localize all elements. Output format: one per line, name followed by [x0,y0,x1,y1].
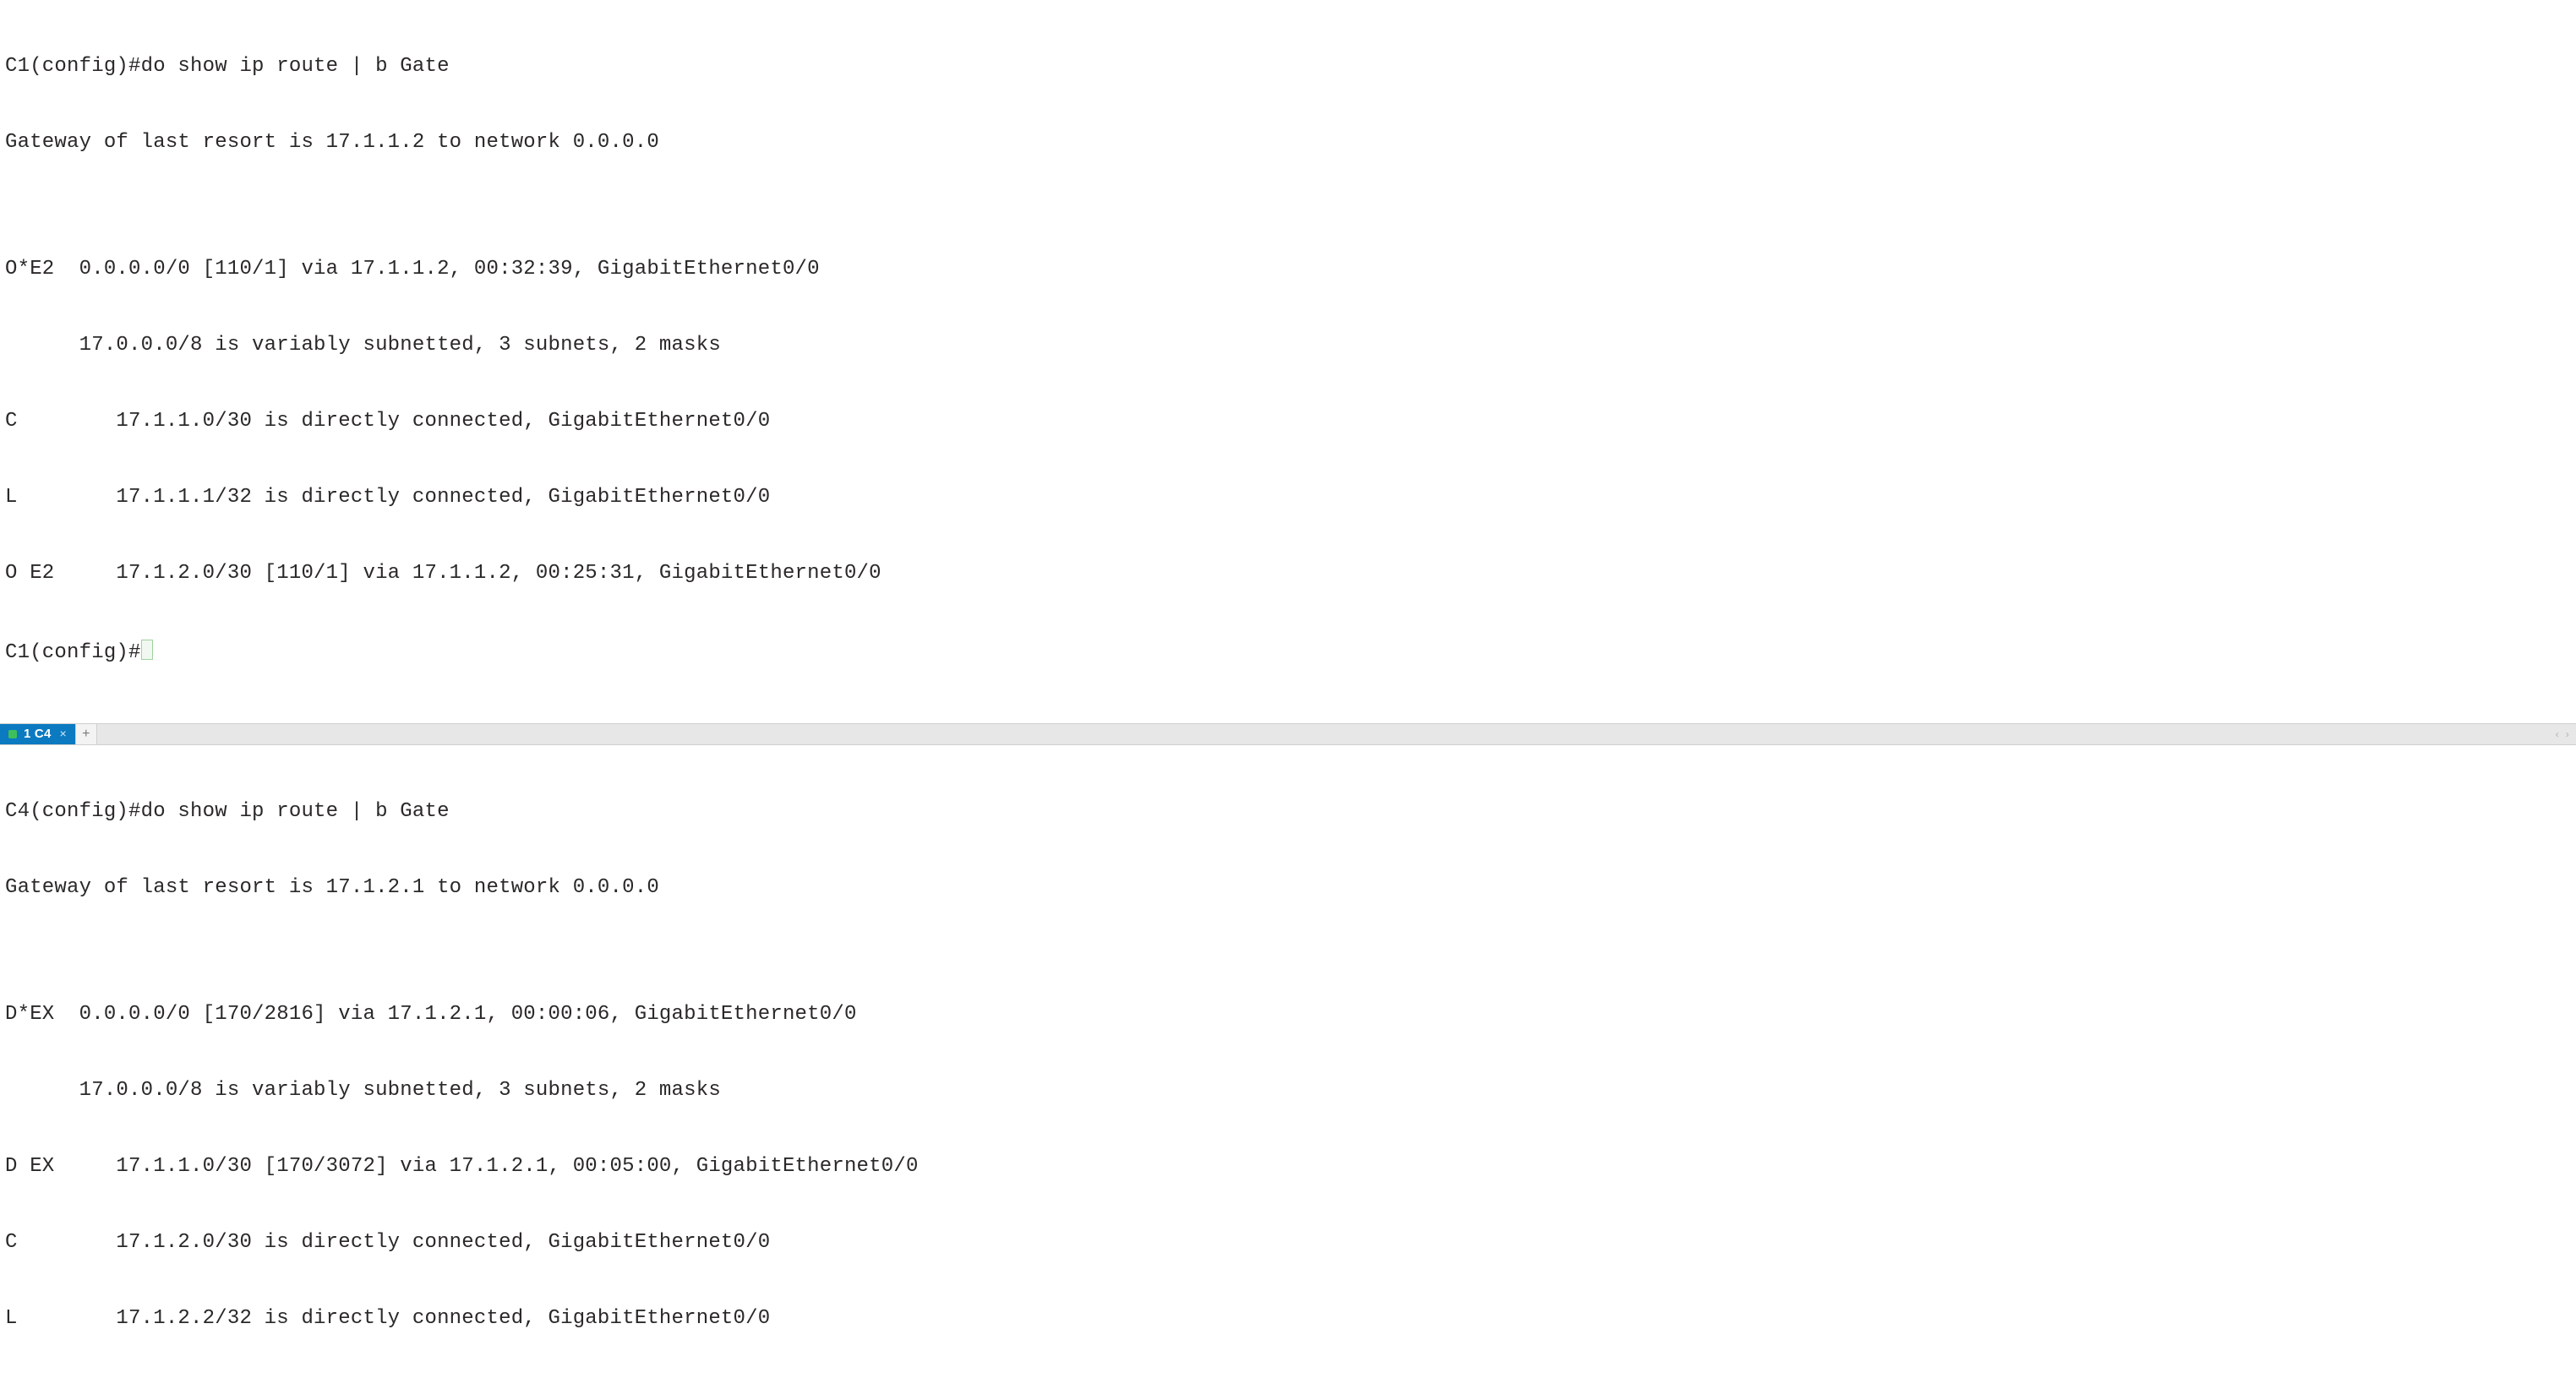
terminal-line: C4(config)#do show ip route | b Gate [5,799,2571,825]
tabbar-spacer [97,724,2549,744]
terminal-line: C 17.1.1.0/30 is directly connected, Gig… [5,409,2571,434]
terminal-line: 17.0.0.0/8 is variably subnetted, 3 subn… [5,1078,2571,1103]
tab-status-dot-icon [8,730,17,738]
terminal-line: C1(config)#do show ip route | b Gate [5,54,2571,79]
terminal-line: L 17.1.1.1/32 is directly connected, Gig… [5,485,2571,510]
terminal-line: 17.0.0.0/8 is variably subnetted, 3 subn… [5,333,2571,358]
tab-bar: 1 C4 × + ‹ › [0,723,2576,745]
terminal-line: L 17.1.2.2/32 is directly connected, Gig… [5,1306,2571,1332]
chevron-right-icon[interactable]: › [2566,728,2569,741]
tabbar-right-controls: ‹ › [2549,724,2576,744]
tab-active-c4[interactable]: 1 C4 × [0,724,75,744]
terminal-line: O*E2 0.0.0.0/0 [110/1] via 17.1.1.2, 00:… [5,257,2571,282]
terminal-line: D EX 17.1.1.0/30 [170/3072] via 17.1.2.1… [5,1154,2571,1179]
terminal-pane-top[interactable]: C1(config)#do show ip route | b Gate Gat… [0,0,2576,723]
tab-label: 1 C4 [24,727,52,743]
terminal-output-bottom[interactable]: C4(config)#do show ip route | b Gate Gat… [0,745,2576,1389]
plus-icon: + [82,726,90,743]
terminal-line: D*EX 0.0.0.0/0 [170/2816] via 17.1.2.1, … [5,1002,2571,1027]
terminal-line: C 17.1.2.0/30 is directly connected, Gig… [5,1230,2571,1256]
terminal-output-top[interactable]: C1(config)#do show ip route | b Gate Gat… [0,0,2576,723]
terminal-cursor [141,640,153,660]
chevron-left-icon[interactable]: ‹ [2556,728,2559,741]
terminal-pane-bottom[interactable]: C4(config)#do show ip route | b Gate Gat… [0,745,2576,1389]
terminal-prompt-line[interactable]: C1(config)# [5,637,2571,666]
close-icon[interactable]: × [58,727,67,742]
terminal-line: Gateway of last resort is 17.1.2.1 to ne… [5,875,2571,901]
terminal-prompt: C1(config)# [5,641,141,664]
add-tab-button[interactable]: + [75,724,97,744]
terminal-line: O E2 17.1.2.0/30 [110/1] via 17.1.1.2, 0… [5,561,2571,586]
terminal-line: Gateway of last resort is 17.1.1.2 to ne… [5,130,2571,155]
